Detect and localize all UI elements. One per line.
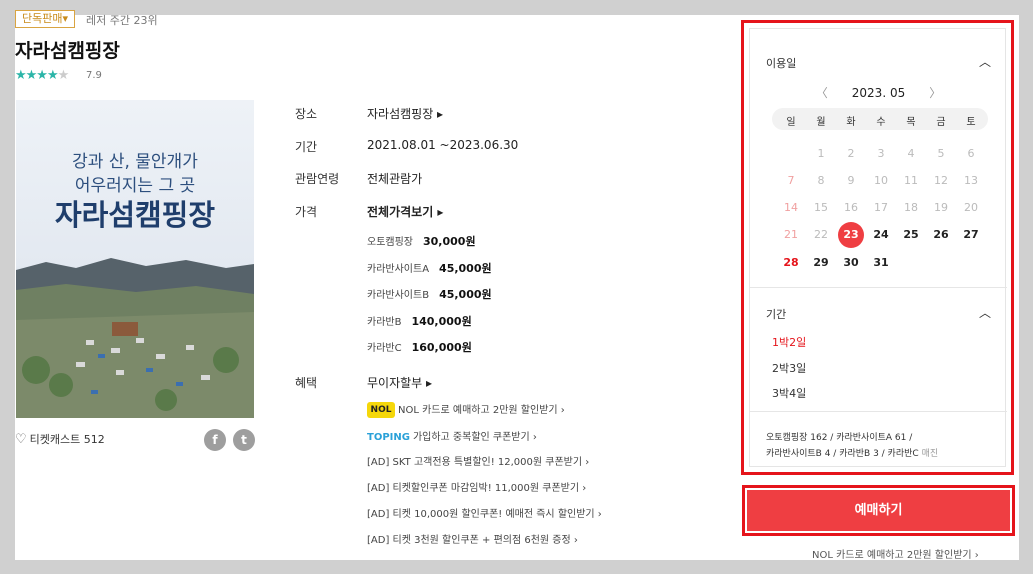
period-option-3[interactable]: 3박4일 [772,385,806,401]
section-divider [750,411,1007,412]
period-option-2[interactable]: 2박3일 [772,360,806,376]
calendar-day: 22 [814,228,828,241]
interest-free-link[interactable]: 무이자할부 ▸ [367,374,432,391]
benefit-coupon-10000[interactable]: [AD] 티켓 10,000원 할인쿠폰! 예매전 즉시 할인받기 › [367,505,602,520]
calendar-day: 17 [874,201,888,214]
all-prices-link[interactable]: 전체가격보기 ▸ [367,203,443,220]
calendar-day: 11 [904,174,918,187]
benefit-label: 혜택 [295,376,318,390]
calendar-day[interactable]: 29 [808,250,834,276]
star-filled-icons: ★★★★ [15,68,59,83]
twitter-icon[interactable]: t [233,429,255,451]
heart-icon: ♡ [15,432,27,447]
poster-line-1: 강과 산, 물안개가 [72,152,198,172]
campsite-illustration [16,258,254,418]
like-count: 512 [83,433,105,446]
nol-logo-icon: NOL [367,402,395,418]
current-month: 2023. 05 [851,86,906,100]
calendar-day: 15 [814,201,828,214]
section-divider [750,287,1007,288]
collapse-date-icon[interactable]: ︿ [979,53,991,70]
place-link[interactable]: 자라섬캠핑장 ▸ [367,105,443,122]
price-item: 카라반사이트B 45,000원 [367,288,492,301]
calendar-day[interactable]: 27 [958,222,984,248]
benefit-nol-card[interactable]: NOL NOL 카드로 예매하고 2만원 할인받기 › [367,401,565,418]
weekday-label: 수 [876,117,886,128]
calendar-day: 6 [967,147,975,160]
rating-score: 7.9 [86,70,102,81]
weekday-label: 화 [846,117,856,128]
calendar-day-selected[interactable]: 23 [838,222,864,248]
nol-promo-link[interactable]: NOL 카드로 예매하고 2만원 할인받기 › [812,546,979,561]
age-value: 전체관람가 [367,172,423,186]
weekly-rank: 레저 주간 23위 [86,14,158,27]
price-item: 카라반C 160,000원 [367,341,472,354]
prev-month-icon[interactable]: 〈 [816,86,828,100]
calendar-day: 18 [904,201,918,214]
calendar-day[interactable]: 25 [898,222,924,248]
weekday-label: 일 [786,117,796,128]
date-section-title: 이용일 [766,57,797,70]
benefit-toping[interactable]: TOPING 가입하고 중복할인 쿠폰받기 › [367,428,537,443]
calendar-day: 21 [784,228,798,241]
collapse-period-icon[interactable]: ︿ [979,304,991,321]
like-button[interactable]: ♡ 티켓캐스트 512 [15,431,105,447]
calendar-day: 9 [847,174,855,187]
period-label: 기간 [295,140,318,154]
like-label: 티켓캐스트 [29,433,81,446]
place-label: 장소 [295,107,318,121]
booking-panel: 이용일 ︿ 〈 2023. 05 〉 일월화수목금토 1 2 3 4 5 6 7 8 9 10 11 12… [741,20,1014,475]
reserve-button[interactable]: 예매하기 [747,490,1010,531]
calendar-day: 5 [937,147,945,160]
calendar-day: 2 [847,147,855,160]
poster-title: 자라섬캠핑장 [54,198,216,232]
benefit-coupon-11000[interactable]: [AD] 티켓할인쿠폰 마감임박! 11,000원 쿠폰받기 › [367,479,586,494]
calendar-day: 16 [844,201,858,214]
toping-logo-icon: TOPING [367,432,410,443]
period-section-title: 기간 [766,308,787,321]
page-title: 자라섬캠핑장 [15,40,120,62]
star-empty-icon: ★ [57,68,70,83]
price-item: 카라반B 140,000원 [367,315,472,328]
calendar-day: 4 [907,147,915,160]
calendar-day: 14 [784,201,798,214]
calendar-day: 1 [817,147,825,160]
weekday-label: 토 [966,117,976,128]
calendar-day: 8 [817,174,825,187]
weekday-label: 목 [906,117,916,128]
calendar-day: 7 [787,174,795,187]
price-label: 가격 [295,205,318,219]
month-nav: 〈 2023. 05 〉 [750,84,1007,101]
age-label: 관람연령 [295,172,340,186]
reserve-button-highlight: 예매하기 [742,485,1015,536]
calendar-day: 10 [874,174,888,187]
remaining-seats-line-2: 카라반사이트B 4 / 카라반B 3 / 카라반C 매진 [766,449,939,459]
next-month-icon[interactable]: 〉 [929,86,941,100]
calendar-day[interactable]: 24 [868,222,894,248]
calendar-day: 13 [964,174,978,187]
calendar-day[interactable]: 30 [838,250,864,276]
rating-stars: ★★★★★ [15,68,70,83]
calendar-day[interactable]: 28 [778,250,804,276]
facebook-icon[interactable]: f [204,429,226,451]
price-item: 오토캠핑장 30,000원 [367,235,476,248]
benefit-coupon-3000[interactable]: [AD] 티켓 3천원 할인쿠폰 + 편의점 6천원 증정 › [367,531,578,546]
booking-panel-inner: 이용일 ︿ 〈 2023. 05 〉 일월화수목금토 1 2 3 4 5 6 7 8 9 10 11 12… [749,28,1007,467]
weekday-label: 금 [936,117,946,128]
calendar-day[interactable]: 31 [868,250,894,276]
price-item: 카라반사이트A 45,000원 [367,262,492,275]
calendar-day: 12 [934,174,948,187]
calendar-day: 20 [964,201,978,214]
period-value: 2021.08.01 ~2023.06.30 [367,138,519,152]
exclusive-badge[interactable]: 단독판매▾ [15,10,76,28]
poster-image: 강과 산, 물안개가 어우러지는 그 곳 자라섬캠핑장 [16,100,254,418]
calendar-day: 19 [934,201,948,214]
weekday-label: 월 [816,117,826,128]
calendar-day: 3 [877,147,885,160]
benefit-skt[interactable]: [AD] SKT 고객전용 특별할인! 12,000원 쿠폰받기 › [367,453,589,468]
sold-out-label: 매진 [921,449,939,459]
calendar-day[interactable]: 26 [928,222,954,248]
period-option-1[interactable]: 1박2일 [772,334,806,350]
remaining-seats-line-1: 오토캠핑장 162 / 카라반사이트A 61 / [766,433,913,443]
